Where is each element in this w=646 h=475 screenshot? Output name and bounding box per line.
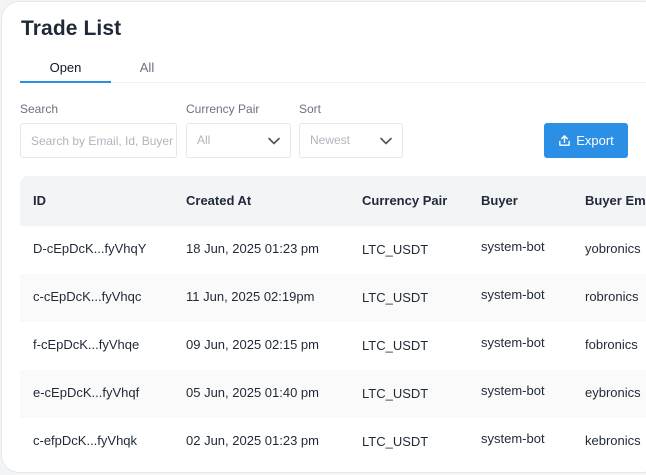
page-title: Trade List — [21, 17, 122, 40]
table-row[interactable]: c-cEpDcK...fyVhqc 11 Jun, 2025 02:19pm L… — [20, 274, 646, 322]
column-header-buyer-email[interactable]: Buyer Em — [585, 193, 646, 208]
tab-all[interactable]: All — [115, 57, 179, 83]
currency-pair-select[interactable]: All — [186, 123, 291, 158]
buyer-email: fobronics — [585, 337, 638, 352]
currency-pair: LTC_USDT — [362, 386, 429, 401]
trade-list-card: Trade List Open All Search Currency Pair… — [1, 1, 646, 473]
trade-id: D-cEpDcK...fyVhqY — [33, 241, 147, 256]
table-row[interactable]: c-efpDcK...fyVhqk 02 Jun, 2025 01:23 pm … — [20, 418, 646, 466]
buyer-email: kebronics — [585, 433, 641, 448]
created-at: 11 Jun, 2025 02:19pm — [186, 289, 315, 304]
upload-icon — [559, 135, 571, 146]
trade-id: f-cEpDcK...fyVhqe — [33, 337, 140, 352]
trades-table: ID Created At Currency Pair Buyer Buyer … — [20, 176, 646, 472]
tab-bar: Open All — [20, 57, 646, 83]
tab-open[interactable]: Open — [20, 57, 111, 83]
currency-pair-label: Currency Pair — [186, 102, 260, 116]
buyer: system-bot — [481, 431, 545, 446]
sort-label: Sort — [299, 102, 322, 116]
buyer-email: eybronics — [585, 385, 641, 400]
buyer-email: robronics — [585, 289, 639, 304]
column-header-buyer[interactable]: Buyer — [481, 193, 518, 208]
search-label: Search — [20, 102, 59, 116]
table-row[interactable]: e-cEpDcK...fyVhqf 05 Jun, 2025 01:40 pm … — [20, 370, 646, 418]
sort-select[interactable]: Newest — [299, 123, 403, 158]
buyer: system-bot — [481, 239, 545, 254]
chevron-down-icon — [268, 137, 280, 145]
currency-pair: LTC_USDT — [362, 242, 429, 257]
export-label: Export — [576, 133, 614, 148]
sort-value: Newest — [310, 133, 351, 147]
table-row[interactable]: f-cEpDcK...fyVhqe 09 Jun, 2025 02:15 pm … — [20, 322, 646, 370]
column-header-currency-pair[interactable]: Currency Pair — [362, 193, 447, 208]
buyer: system-bot — [481, 335, 545, 350]
currency-pair: LTC_USDT — [362, 434, 429, 449]
created-at: 02 Jun, 2025 01:23 pm — [186, 433, 319, 448]
created-at: 05 Jun, 2025 01:40 pm — [186, 385, 319, 400]
buyer: system-bot — [481, 287, 545, 302]
currency-pair: LTC_USDT — [362, 338, 429, 353]
created-at: 18 Jun, 2025 01:23 pm — [186, 241, 319, 256]
search-input[interactable] — [31, 124, 176, 157]
buyer: system-bot — [481, 383, 545, 398]
currency-pair-value: All — [197, 133, 211, 147]
trade-id: c-cEpDcK...fyVhqc — [33, 289, 142, 304]
search-field[interactable] — [20, 123, 177, 158]
currency-pair: LTC_USDT — [362, 290, 429, 305]
chevron-down-icon — [380, 137, 392, 145]
trade-id: c-efpDcK...fyVhqk — [33, 433, 138, 448]
column-header-created-at[interactable]: Created At — [186, 193, 251, 208]
export-button[interactable]: Export — [544, 123, 628, 158]
table-row[interactable]: D-cEpDcK...fyVhqY 18 Jun, 2025 01:23 pm … — [20, 226, 646, 274]
created-at: 09 Jun, 2025 02:15 pm — [186, 337, 319, 352]
trade-id: e-cEpDcK...fyVhqf — [33, 385, 140, 400]
buyer-email: yobronics — [585, 241, 641, 256]
table-header: ID Created At Currency Pair Buyer Buyer … — [20, 176, 646, 226]
column-header-id[interactable]: ID — [33, 193, 46, 208]
